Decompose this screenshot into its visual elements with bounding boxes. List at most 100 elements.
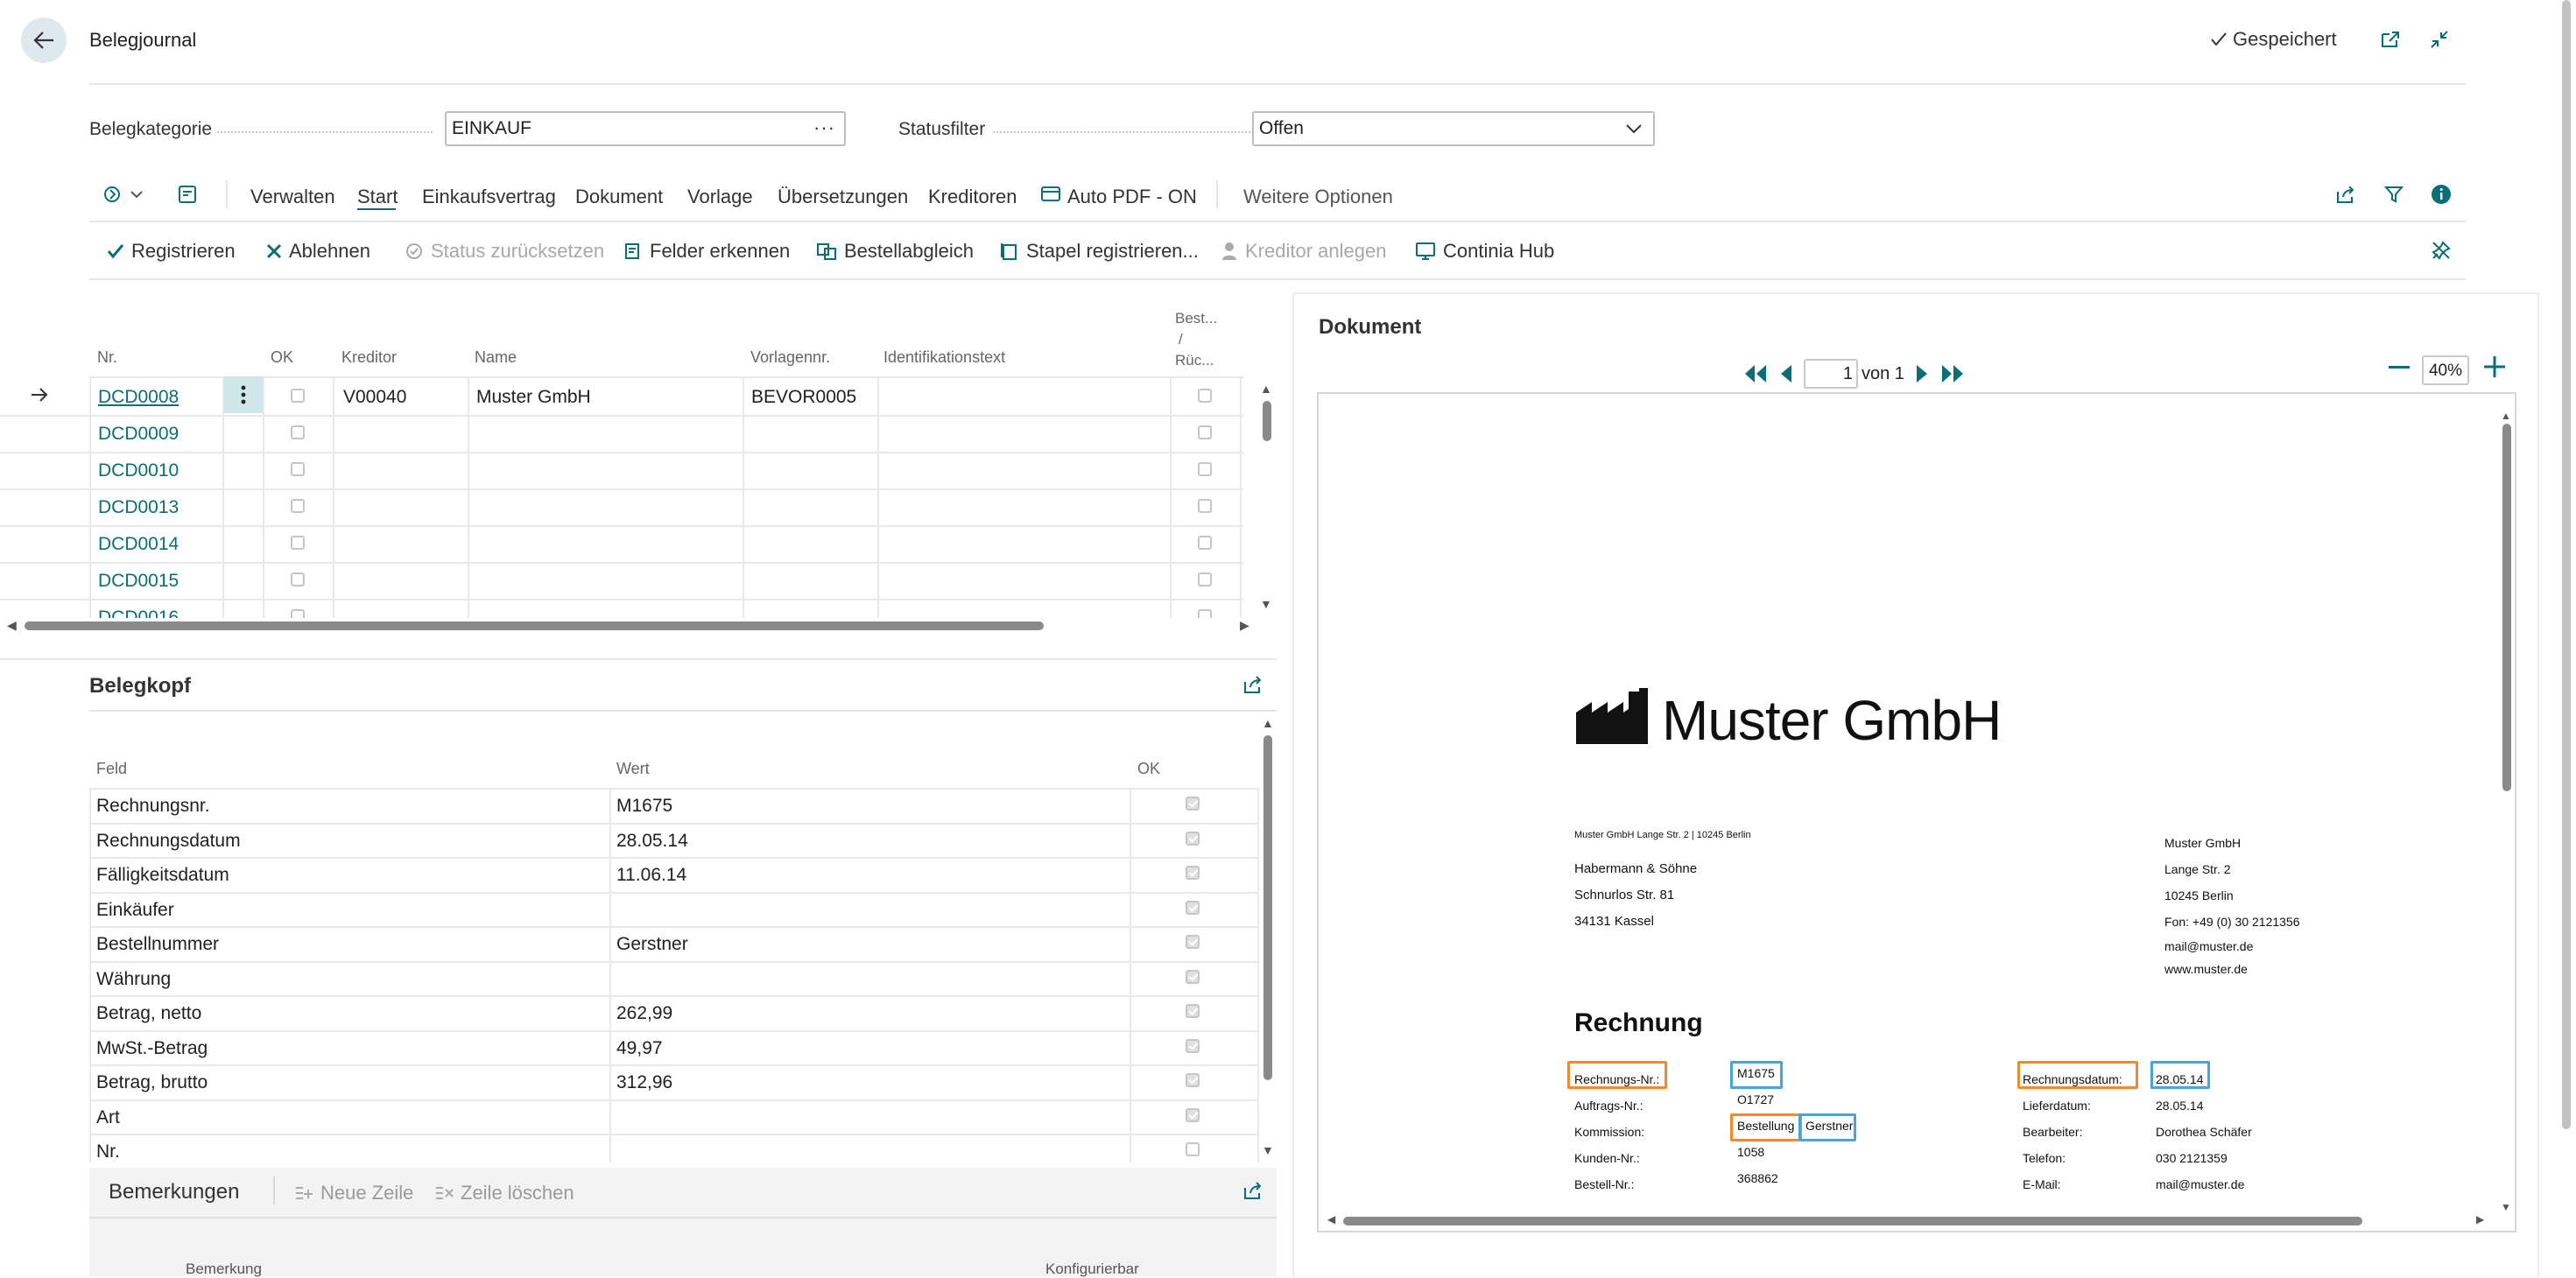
field-value[interactable]: 28.05.14 [616, 831, 688, 852]
invoice-heading: Rechnung [1574, 1008, 1703, 1037]
pager: 1 von 1 [1742, 359, 1966, 389]
captured-value-highlight[interactable] [2150, 1061, 2210, 1089]
col-remark[interactable]: Bemerkung [186, 1260, 262, 1278]
field-ok-checkbox[interactable] [1186, 1142, 1200, 1156]
delete-line-label: Zeile löschen [461, 1182, 574, 1204]
scroll-left-icon[interactable]: ◀ [1327, 1213, 1335, 1225]
scroll-down-icon[interactable]: ▼ [1262, 1143, 1274, 1157]
captured-caption-highlight[interactable] [2017, 1061, 2138, 1089]
zoom-input[interactable]: 40% [2422, 355, 2469, 385]
scroll-up-icon[interactable]: ▲ [2501, 410, 2511, 422]
field-ok-checkbox[interactable] [1186, 832, 1200, 846]
field-value[interactable]: M1675 [616, 796, 672, 817]
list-item[interactable]: Betrag, netto 262,99 [89, 995, 1259, 1030]
field-ok-checkbox[interactable] [1186, 1039, 1200, 1053]
list-item[interactable]: Rechnungsdatum 28.05.14 [89, 823, 1259, 858]
open-new-window-icon[interactable] [2380, 30, 2401, 53]
field-value[interactable]: Gerstner [616, 934, 688, 955]
invoice-value: mail@muster.de [2156, 1177, 2245, 1191]
new-line-label: Neue Zeile [320, 1182, 414, 1204]
delete-line-button[interactable]: Zeile löschen [434, 1182, 574, 1204]
recipient-address: Habermann & Söhne Schnurlos Str. 81 3413… [1574, 856, 1697, 935]
first-page-icon[interactable] [1742, 363, 1769, 384]
collapse-icon[interactable] [2429, 29, 2450, 54]
chevron-down-icon [1626, 124, 1642, 134]
field-ok-checkbox[interactable] [1186, 970, 1200, 984]
field-value[interactable]: 49,97 [616, 1038, 663, 1059]
field-ok-checkbox[interactable] [1186, 1004, 1200, 1018]
invoice-value: 1058 [1737, 1145, 1765, 1159]
list-item[interactable]: Bestellnummer Gerstner [89, 926, 1259, 961]
zoom-in-icon[interactable] [2483, 355, 2506, 383]
field-ok-checkbox[interactable] [1186, 1108, 1200, 1122]
field-ok-checkbox[interactable] [1186, 901, 1200, 915]
list-item[interactable]: Rechnungsnr. M1675 [89, 788, 1259, 823]
document-viewer[interactable]: Muster GmbH Muster GmbH Lange Str. 2 | 1… [1317, 392, 2516, 1232]
remarks-title: Bemerkungen [109, 1180, 240, 1204]
field-ok-checkbox[interactable] [1186, 797, 1200, 811]
page-number-input[interactable]: 1 [1804, 359, 1858, 389]
menu-more-options[interactable]: Weitere Optionen [1243, 186, 1393, 208]
scroll-down-icon[interactable]: ▼ [1260, 597, 1272, 611]
recipient-line: 34131 Kassel [1574, 914, 1654, 929]
belegkopf-vertical-scrollbar[interactable] [1263, 735, 1272, 1080]
factory-logo-icon [1576, 688, 1648, 744]
viewer-vertical-scrollbar[interactable] [2502, 424, 2511, 791]
next-page-icon[interactable] [1913, 363, 1931, 384]
list-item[interactable]: Fälligkeitsdatum 11.06.14 [89, 857, 1259, 892]
invoice-value: 28.05.14 [2156, 1099, 2204, 1113]
invoice-label: Telefon: [2023, 1151, 2066, 1165]
scroll-up-icon[interactable]: ▲ [1260, 382, 1272, 396]
invoice-value: O1727 [1737, 1092, 1775, 1106]
field-label: Rechnungsnr. [96, 796, 210, 816]
col-configurable[interactable]: Konfigurierbar [1045, 1260, 1139, 1278]
invoice-label: Bestell-Nr.: [1574, 1177, 1635, 1191]
field-value[interactable]: 262,99 [616, 1003, 672, 1024]
delete-line-icon [436, 1187, 454, 1199]
field-ok-checkbox[interactable] [1186, 1073, 1200, 1087]
belegkopf-table: Rechnungsnr. M1675 Rechnungsdatum 28.05.… [0, 0, 1261, 1162]
scroll-right-icon[interactable]: ▶ [2476, 1213, 2484, 1225]
list-item[interactable]: Einkäufer [89, 892, 1259, 927]
scroll-up-icon[interactable]: ▲ [1262, 716, 1274, 730]
page-scrollbar[interactable] [2562, 0, 2571, 1129]
list-item[interactable]: MwSt.-Betrag 49,97 [89, 1030, 1259, 1065]
zoom-out-icon[interactable] [2389, 366, 2410, 369]
unpin-icon[interactable] [2431, 240, 2452, 265]
add-line-icon [296, 1187, 313, 1199]
last-page-icon[interactable] [1939, 363, 1966, 384]
company-contact-line: mail@muster.de [2164, 939, 2254, 953]
field-ok-checkbox[interactable] [1186, 866, 1200, 880]
field-label: Betrag, brutto [96, 1072, 208, 1092]
monitor-icon [1416, 242, 1435, 260]
saved-status: Gespeichert [2210, 28, 2337, 51]
share-icon[interactable] [2334, 184, 2357, 209]
continia-hub-button[interactable]: Continia Hub [1415, 240, 1554, 263]
field-label: MwSt.-Betrag [96, 1038, 208, 1058]
list-item[interactable]: Betrag, brutto 312,96 [89, 1064, 1259, 1099]
scroll-down-icon[interactable]: ▼ [2501, 1201, 2511, 1213]
share-icon[interactable] [1242, 1180, 1264, 1205]
new-line-button[interactable]: Neue Zeile [294, 1182, 413, 1204]
field-ok-checkbox[interactable] [1186, 935, 1200, 949]
info-icon[interactable] [2431, 184, 2452, 209]
captured-value-highlight[interactable] [1730, 1061, 1783, 1089]
grid-vertical-scrollbar[interactable] [1263, 401, 1271, 441]
field-value[interactable]: 11.06.14 [616, 865, 686, 886]
list-item[interactable]: Währung [89, 961, 1259, 996]
field-value[interactable]: 312,96 [616, 1072, 672, 1093]
status-filter-value: Offen [1259, 118, 1304, 138]
captured-value-highlight[interactable] [1798, 1113, 1856, 1141]
captured-caption-highlight[interactable] [1567, 1061, 1667, 1089]
previous-page-icon[interactable] [1777, 363, 1795, 384]
list-item[interactable]: Art [89, 1099, 1259, 1134]
filter-icon[interactable] [2383, 184, 2404, 209]
viewer-horizontal-scrollbar[interactable] [1343, 1217, 2362, 1225]
captured-caption-highlight[interactable] [1730, 1113, 1802, 1141]
saved-label: Gespeichert [2233, 28, 2337, 50]
status-filter-select[interactable]: Offen [1252, 111, 1655, 146]
list-item[interactable]: Nr. [89, 1134, 1259, 1162]
company-name: Muster GmbH [1662, 689, 2002, 752]
invoice-label: Lieferdatum: [2023, 1099, 2091, 1113]
field-label: Bestellnummer [96, 934, 220, 954]
